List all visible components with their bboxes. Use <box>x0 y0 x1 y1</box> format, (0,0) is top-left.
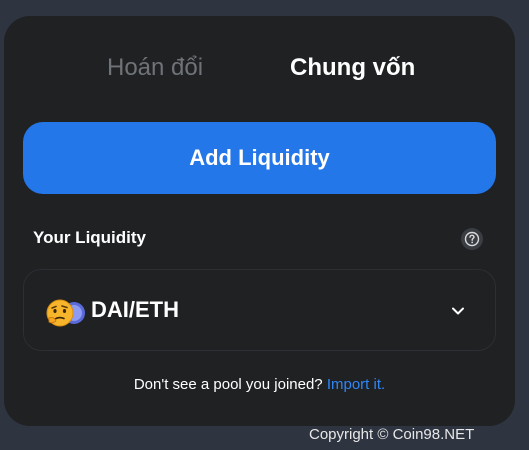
pool-item-dai-eth[interactable]: DAI/ETH <box>23 269 496 351</box>
pair-token-icons <box>46 299 85 327</box>
import-prompt: Don't see a pool you joined? <box>133 376 323 393</box>
chevron-down-icon[interactable] <box>448 301 468 321</box>
tab-pool[interactable]: Chung vốn <box>290 52 415 84</box>
dai-emoji-icon <box>46 299 74 327</box>
liquidity-card: Hoán đổi Chung vốn Add Liquidity Your Li… <box>4 16 515 426</box>
import-pool-link[interactable]: Import it. <box>327 376 385 393</box>
pool-pair-name: DAI/ETH <box>91 297 179 322</box>
copyright-watermark: Copyright © Coin98.NET <box>309 426 475 443</box>
question-mark-glyph <box>464 231 480 247</box>
import-pool-line: Don't see a pool you joined? Import it. <box>4 376 515 393</box>
tab-swap[interactable]: Hoán đổi <box>107 52 203 84</box>
add-liquidity-button[interactable]: Add Liquidity <box>23 122 496 194</box>
question-icon[interactable] <box>461 228 483 250</box>
your-liquidity-label: Your Liquidity <box>33 228 147 247</box>
